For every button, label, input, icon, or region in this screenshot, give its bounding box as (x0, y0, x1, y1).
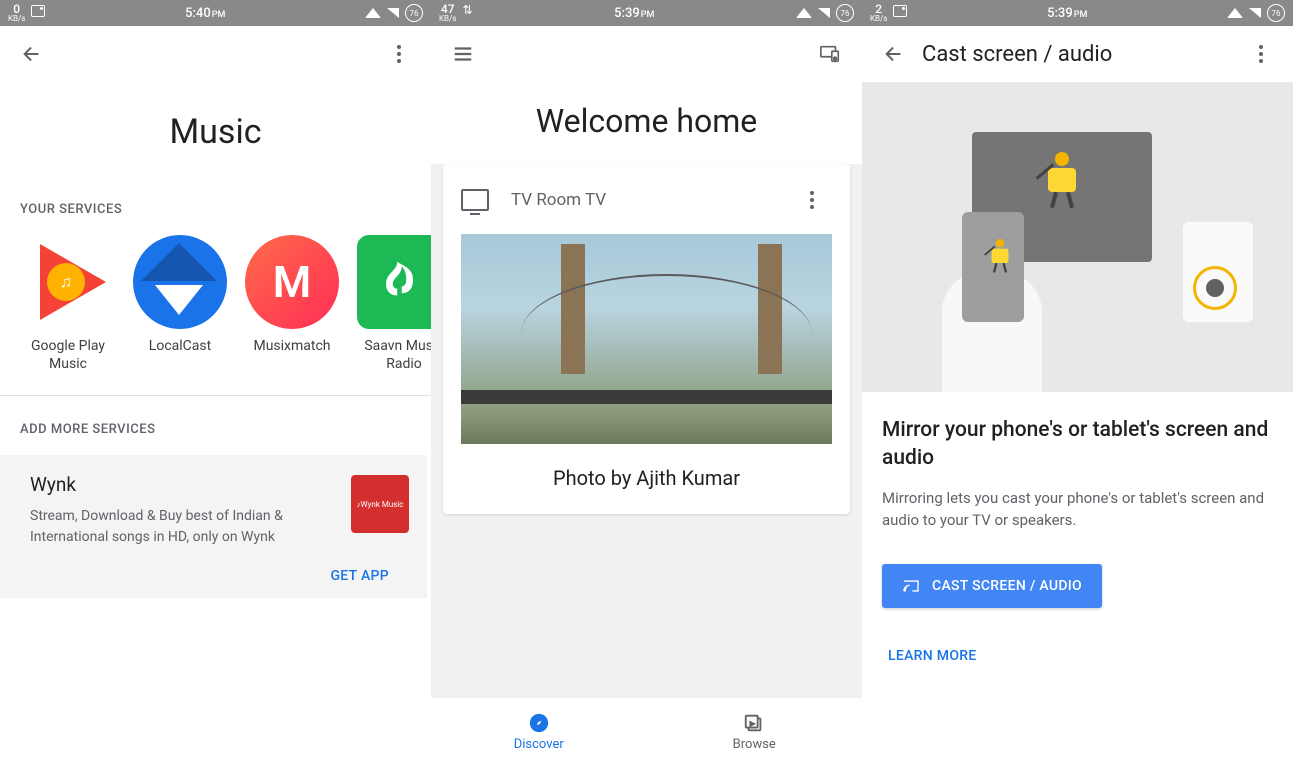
more-menu-button[interactable] (379, 34, 419, 74)
nav-label: Browse (733, 737, 776, 752)
device-name: TV Room TV (511, 190, 792, 210)
battery-icon: 76 (1267, 4, 1285, 22)
clock: 5:39PM (473, 6, 797, 21)
localcast-icon (133, 235, 227, 329)
status-bar: 47KB/s ⇅ 5:39PM 76 (431, 0, 862, 26)
bottom-nav: Discover Browse (431, 697, 862, 765)
musixmatch-icon: M (245, 235, 339, 329)
service-saavn[interactable]: Saavn Music Radio (348, 235, 431, 373)
wifi-icon (365, 8, 381, 18)
service-label: Musixmatch (253, 337, 330, 355)
app-bar-title: Cast screen / audio (922, 42, 1241, 67)
get-app-button[interactable]: GET APP (330, 568, 389, 584)
cell-icon (387, 8, 399, 18)
wifi-icon (796, 8, 812, 18)
clock: 5:40PM (45, 6, 365, 21)
gallery-icon (893, 5, 907, 17)
illustration (862, 82, 1293, 392)
more-menu-button[interactable] (1241, 34, 1281, 74)
more-icon (1259, 45, 1263, 63)
wynk-icon: ♪ Wynk Music (351, 475, 409, 533)
cell-icon (1249, 8, 1261, 18)
backdrop-caption: Photo by Ajith Kumar (443, 444, 850, 494)
devices-button[interactable] (810, 34, 850, 74)
add-more-label: ADD MORE SERVICES (0, 422, 431, 437)
google-play-music-icon: ♫ (21, 235, 115, 329)
back-button[interactable] (874, 34, 914, 74)
device-card[interactable]: TV Room TV Photo by Ajith Kumar (443, 164, 850, 514)
add-service-card[interactable]: Wynk Stream, Download & Buy best of Indi… (0, 455, 427, 598)
browse-icon (743, 712, 765, 734)
clock: 5:39PM (907, 6, 1227, 21)
cast-button-label: CAST SCREEN / AUDIO (932, 578, 1082, 594)
service-musixmatch[interactable]: M Musixmatch (236, 235, 348, 373)
battery-icon: 76 (405, 4, 423, 22)
tv-icon (461, 189, 489, 211)
device-backdrop-image (461, 234, 832, 444)
add-service-desc: Stream, Download & Buy best of Indian & … (16, 506, 286, 547)
more-icon (397, 45, 401, 63)
service-label: Saavn Music Radio (348, 337, 431, 373)
saavn-icon (357, 235, 431, 329)
hamburger-menu-button[interactable] (443, 34, 483, 74)
battery-icon: 76 (836, 4, 854, 22)
download-icon: ⇅ (462, 3, 472, 17)
back-button[interactable] (12, 34, 52, 74)
mirror-heading: Mirror your phone's or tablet's screen a… (882, 416, 1273, 473)
nav-label: Discover (514, 737, 564, 752)
welcome-title: Welcome home (431, 82, 862, 164)
cell-icon (818, 8, 830, 18)
service-google-play-music[interactable]: ♫ Google Play Music (12, 235, 124, 373)
compass-icon (528, 712, 550, 734)
more-icon (810, 191, 814, 209)
service-label: Google Play Music (12, 337, 124, 373)
learn-more-link[interactable]: LEARN MORE (882, 648, 1273, 664)
device-more-button[interactable] (792, 180, 832, 220)
page-title: Music (0, 112, 431, 152)
mirror-description: Mirroring lets you cast your phone's or … (882, 487, 1273, 532)
wifi-icon (1227, 8, 1243, 18)
service-label: LocalCast (149, 337, 211, 355)
your-services-label: YOUR SERVICES (0, 202, 431, 217)
gallery-icon (31, 5, 45, 17)
status-bar: 0KB/s 5:40PM 76 (0, 0, 431, 26)
cast-icon (902, 579, 920, 593)
nav-browse[interactable]: Browse (647, 698, 863, 765)
cast-screen-button[interactable]: CAST SCREEN / AUDIO (882, 564, 1102, 608)
services-list: ♫ Google Play Music LocalCast M Musixmat… (0, 235, 431, 373)
nav-discover[interactable]: Discover (431, 698, 647, 765)
service-localcast[interactable]: LocalCast (124, 235, 236, 373)
status-bar: 2KB/s 5:39PM 76 (862, 0, 1293, 26)
